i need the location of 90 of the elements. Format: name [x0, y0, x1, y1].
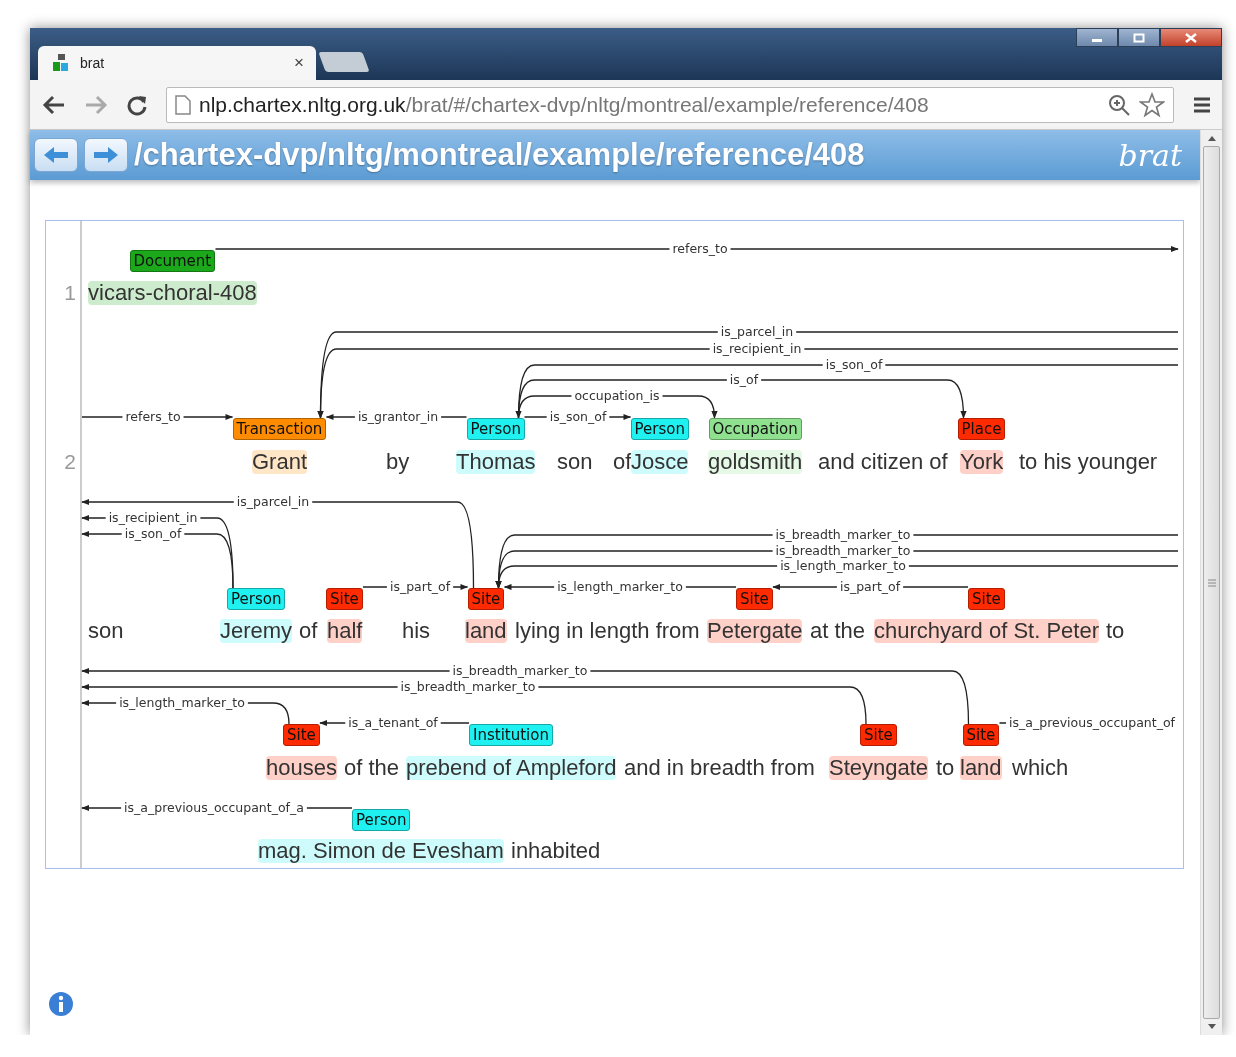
right-arrow-icon [92, 145, 120, 165]
sentence-text: of [299, 619, 318, 643]
annotated-text: half [327, 619, 363, 643]
sentence-text: at the [810, 619, 866, 643]
reload-icon[interactable] [126, 93, 148, 116]
minimize-button[interactable] [1076, 28, 1118, 47]
relation-arc[interactable]: refers_to [214, 241, 1179, 256]
annotated-text: Steyngate [829, 756, 929, 780]
sentence-text: and in breadth from [624, 756, 815, 780]
sentence-text: of [613, 450, 632, 474]
sentence-text: his [402, 619, 431, 643]
maximize-icon [1133, 32, 1145, 43]
brat-logo: brat [1118, 136, 1182, 175]
annotated-text: Thomas [456, 450, 536, 474]
sentence-text: and citizen of [818, 450, 948, 474]
site-label[interactable]: Site [736, 588, 773, 610]
person-label[interactable]: Person [466, 418, 525, 440]
close-button[interactable] [1160, 28, 1222, 47]
relation-arc[interactable]: is_length_marker_to [503, 579, 737, 594]
relation-arc[interactable]: is_grantor_in [325, 409, 468, 424]
occupation-label[interactable]: Occupation [708, 418, 802, 440]
relation-arc[interactable]: is_a_tenant_of [319, 715, 470, 730]
relation-arc[interactable]: is_a_previous_occupant_of_a [81, 800, 353, 815]
url-path: /brat/#/chartex-dvp/nltg/montreal/example/reference/408 [405, 91, 929, 118]
annotated-text: Jeremy [220, 619, 293, 643]
browser-tab[interactable]: brat × [38, 46, 316, 80]
star-icon[interactable] [1139, 91, 1165, 118]
maximize-button[interactable] [1118, 28, 1160, 47]
back-button[interactable] [34, 138, 78, 172]
person-label[interactable]: Person [227, 588, 286, 610]
sentence-text: to his younger [1019, 450, 1158, 474]
sentence-text: son [557, 450, 593, 474]
person-label[interactable]: Person [630, 418, 689, 440]
institution-label[interactable]: Institution [469, 724, 553, 746]
page-icon [175, 94, 191, 115]
annotated-text: churchyard of St. Peter [874, 619, 1099, 643]
annotated-text: land [465, 619, 507, 643]
annotated-text: York [960, 450, 1004, 474]
annotated-text: prebend of Ampleford [406, 756, 617, 780]
sentence-text: son [88, 619, 124, 643]
info-icon[interactable] [48, 991, 74, 1017]
transaction-label[interactable]: Transaction [232, 418, 327, 440]
left-arrow-icon [42, 145, 70, 165]
person-label[interactable]: Person [352, 809, 411, 831]
relation-arc[interactable]: is_son_of [81, 526, 234, 589]
forward-button[interactable] [84, 138, 128, 172]
sentence-text: by [386, 450, 410, 474]
site-label[interactable]: Site [860, 724, 897, 746]
site-label[interactable]: Site [283, 724, 320, 746]
site-label[interactable]: Site [968, 588, 1005, 610]
sentence-text: to [936, 756, 955, 780]
annotated-text: houses [266, 756, 337, 780]
tab-title: brat [80, 53, 105, 73]
close-icon [1185, 32, 1197, 43]
address-bar[interactable]: nlp.chartex.nltg.org.uk/brat/#/chartex-dvp/nltg/montreal/example/reference/408 [166, 86, 1174, 123]
sentence-text: of the [344, 756, 400, 780]
sentence-text: lying in length from [515, 619, 700, 643]
url-host: nlp.chartex.nltg.org.uk [199, 91, 406, 118]
site-label[interactable]: Site [467, 588, 505, 610]
scroll-up-icon[interactable] [1206, 134, 1217, 142]
relation-arc[interactable]: is_length_marker_to [81, 695, 290, 725]
annotated-text: Petergate [707, 619, 803, 643]
scroll-down-icon[interactable] [1206, 1023, 1217, 1031]
annotated-text: mag. Simon de Evesham [258, 839, 504, 863]
back-icon[interactable] [42, 94, 66, 115]
site-label[interactable]: Site [326, 588, 363, 610]
document-label[interactable]: Document [129, 250, 216, 272]
grip-icon [1207, 578, 1216, 587]
tab-close-button[interactable]: × [294, 50, 304, 76]
sentence-text: to [1106, 619, 1125, 643]
annotated-text: Josce [631, 450, 689, 474]
sentence-text: which [1012, 756, 1069, 780]
line-number: 1 [63, 281, 76, 305]
place-label[interactable]: Place [957, 418, 1006, 440]
relation-arc[interactable]: is_a_previous_occupant_of [998, 715, 1179, 730]
document-path: /chartex-dvp/nltg/montreal/example/reference/408 [134, 135, 865, 174]
relation-arc[interactable]: is_part_of [772, 579, 969, 594]
annotated-text: Grant [252, 450, 308, 474]
menu-icon[interactable] [1192, 95, 1212, 114]
sentence-text: inhabited [511, 839, 601, 863]
line-number: 2 [63, 450, 76, 474]
site-label[interactable]: Site [962, 724, 1000, 746]
annotated-text: land [960, 756, 1002, 780]
relation-arc[interactable]: is_son_of [523, 409, 632, 424]
relation-arc[interactable]: is_part_of [362, 579, 469, 594]
annotated-text: goldsmith [708, 450, 803, 474]
zoom-icon[interactable] [1107, 92, 1131, 117]
annotated-text: vicars-choral-408 [88, 281, 257, 305]
relation-arc[interactable]: refers_to [81, 409, 234, 424]
new-tab-button[interactable] [318, 52, 370, 72]
